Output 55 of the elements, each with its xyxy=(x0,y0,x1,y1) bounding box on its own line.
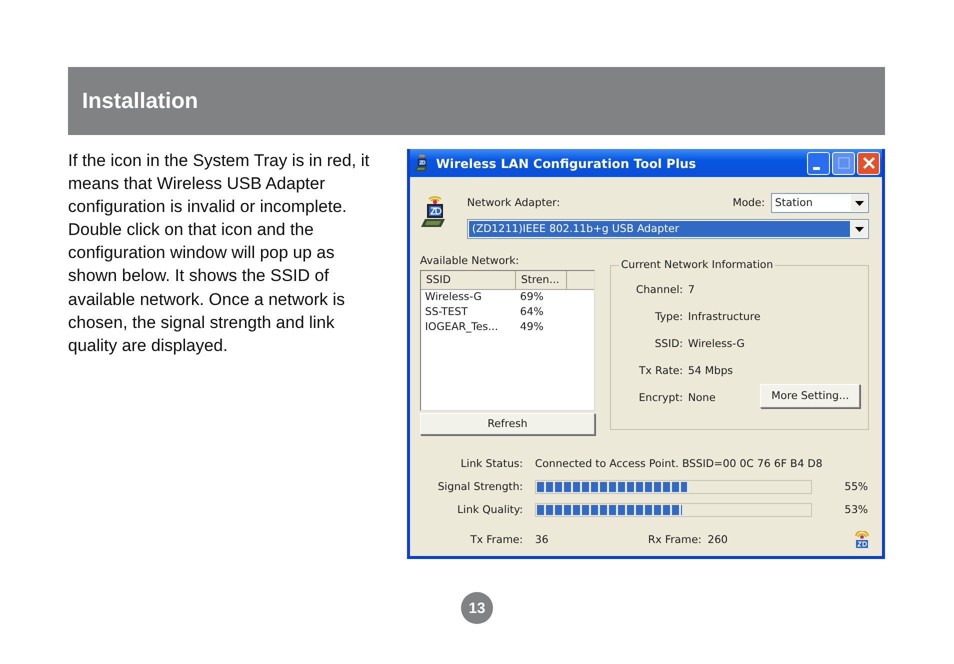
body-paragraph: If the icon in the System Tray is in red, it means that Wireless USB Adapter configuration is invalid or incomplete. Double click on that icon and the configuration window will pop up as shown below. It shows the SSID of available network. Once a network is chosen, the signal strength and link quality are displayed. xyxy=(68,150,370,357)
dropdown-arrow-button[interactable] xyxy=(851,195,867,211)
section-title: Installation xyxy=(82,88,198,114)
field-value: Wireless-G xyxy=(688,338,745,350)
field-label: Link Quality: xyxy=(456,504,523,516)
field-label: Link Status: xyxy=(460,458,523,470)
field-label: SSID: xyxy=(654,338,683,352)
minimize-icon xyxy=(812,166,820,170)
field-value: 7 xyxy=(688,284,695,296)
tray-icon xyxy=(853,530,871,548)
refresh-button[interactable]: Refresh xyxy=(420,413,595,435)
table-cell: 49% xyxy=(520,320,544,335)
close-button[interactable] xyxy=(857,152,880,174)
field-label: Available Network: xyxy=(420,255,520,267)
field-value: 260 xyxy=(708,534,728,546)
field-label: Channel: xyxy=(634,284,683,298)
column-header[interactable]: Stren... xyxy=(516,271,567,289)
meter-reading: 55% xyxy=(843,481,869,493)
close-icon xyxy=(862,157,874,169)
maximize-icon xyxy=(838,157,850,169)
field-value: 54 Mbps xyxy=(688,365,733,377)
caret-icon xyxy=(854,226,864,232)
dropdown-value: Station xyxy=(774,197,814,209)
field-label: Tx Rate: xyxy=(638,365,683,379)
caret-icon xyxy=(854,200,864,206)
field-label: Encrypt: xyxy=(638,392,683,406)
meter-reading: 53% xyxy=(843,504,869,516)
column-header[interactable]: SSID xyxy=(421,271,516,289)
field-value: None xyxy=(688,392,716,404)
table-cell: 64% xyxy=(520,305,544,320)
maximize-button[interactable] xyxy=(832,152,855,174)
window-title: Wireless LAN Configuration Tool Plus xyxy=(436,156,698,170)
field-label: Type: xyxy=(654,311,683,325)
dropdown-value: (ZD1211)IEEE 802.11b+g USB Adapter xyxy=(469,221,850,237)
table-cell-text: Wireless-G xyxy=(425,290,483,305)
page-number: 13 xyxy=(461,592,493,624)
adapter-dropdown[interactable]: (ZD1211)IEEE 802.11b+g USB Adapter xyxy=(467,219,869,239)
network-list[interactable]: SSID Stren... Wireless-G 69% SS-TEST 64% IOGEAR_Tes... 49% xyxy=(420,270,595,411)
table-cell-text: SS-TEST xyxy=(425,305,469,320)
group-title: Current Network Information xyxy=(619,259,776,271)
status-text: Connected to Access Point. BSSID=00 0C 76 6F B4 D8 xyxy=(535,458,824,470)
minimize-button[interactable] xyxy=(807,152,830,174)
field-value: 36 xyxy=(535,534,550,546)
mode-dropdown[interactable]: Station xyxy=(771,193,869,213)
more-setting-button[interactable]: More Setting... xyxy=(760,384,860,408)
field-label: Tx Frame: xyxy=(469,534,523,546)
app-icon xyxy=(414,154,430,172)
field-label: Network Adapter: xyxy=(467,197,560,209)
field-label: Signal Strength: xyxy=(436,481,523,493)
table-cell: 69% xyxy=(520,290,544,305)
field-value: Infrastructure xyxy=(688,311,760,323)
field-label: Rx Frame: xyxy=(648,534,702,546)
dropdown-arrow-button[interactable] xyxy=(851,221,867,237)
field-label: Mode: xyxy=(732,197,765,209)
table-cell-text: IOGEAR_Tes... xyxy=(425,320,500,335)
